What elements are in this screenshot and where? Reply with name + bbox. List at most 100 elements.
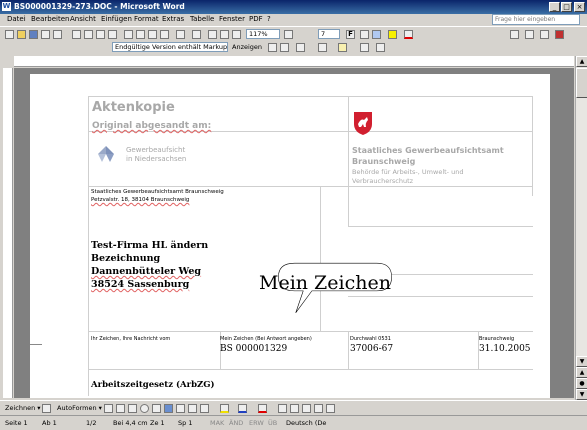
line-color-icon[interactable]: [238, 404, 247, 413]
clipart-icon[interactable]: [188, 404, 197, 413]
cut-icon[interactable]: [124, 30, 133, 39]
bold-icon[interactable]: F: [346, 30, 355, 39]
paste-icon[interactable]: [148, 30, 157, 39]
document-page[interactable]: Aktenkopie Original abgesandt am: Gewerb…: [30, 74, 550, 398]
sender-line2: Petzvalstr. 18, 38104 Braunschweig: [91, 197, 190, 203]
scroll-up-button[interactable]: ▲: [576, 56, 587, 67]
status-extend[interactable]: ERW: [249, 419, 264, 427]
undo-icon[interactable]: [176, 30, 185, 39]
address-line2: Bezeichnung: [91, 253, 161, 264]
columns-icon[interactable]: [220, 30, 229, 39]
status-language[interactable]: Deutsch (De: [286, 419, 326, 427]
print-icon[interactable]: [72, 30, 81, 39]
pen-tool-icon[interactable]: [525, 30, 534, 39]
arrow-style-icon[interactable]: [302, 404, 311, 413]
email-icon[interactable]: [53, 30, 62, 39]
highlight-icon[interactable]: [388, 30, 397, 39]
menu-einfuegen[interactable]: Einfügen: [101, 15, 132, 23]
menu-ansicht[interactable]: Ansicht: [70, 15, 96, 23]
office-sub-line2: Verbraucherschutz: [352, 177, 414, 185]
menu-fenster[interactable]: Fenster: [219, 15, 245, 23]
niedersachsen-crest-icon: [354, 112, 372, 135]
menu-datei[interactable]: Datei: [7, 15, 26, 23]
menu-extras[interactable]: Extras: [162, 15, 184, 23]
reject-change-icon[interactable]: [318, 43, 327, 52]
window-title: BS000001329-273.DOC - Microsoft Word: [14, 2, 185, 11]
browse-object-button[interactable]: ●: [576, 378, 587, 389]
3d-style-icon[interactable]: [326, 404, 335, 413]
logo-text-line1: Gewerbeaufsicht: [126, 146, 186, 154]
accept-change-icon[interactable]: [296, 43, 305, 52]
fill-color-icon[interactable]: [220, 404, 229, 413]
maximize-button[interactable]: □: [561, 2, 572, 12]
draw-menu-button[interactable]: Zeichnen ▾: [5, 404, 41, 412]
research-icon[interactable]: [108, 30, 117, 39]
paragraph-marks-icon[interactable]: [232, 30, 241, 39]
dash-style-icon[interactable]: [290, 404, 299, 413]
arrow-icon[interactable]: [116, 404, 125, 413]
font-color-icon[interactable]: [404, 30, 413, 39]
align-justify-icon[interactable]: [372, 30, 381, 39]
vertical-scrollbar[interactable]: ▲ ▼ ▲ ● ▼: [575, 56, 587, 400]
show-button[interactable]: Anzeigen: [232, 43, 262, 51]
display-for-review-combo[interactable]: Endgültige Version enthält Markups: [112, 42, 228, 52]
markup-tool-icon[interactable]: [540, 30, 549, 39]
textbox-icon[interactable]: [152, 404, 161, 413]
reviewing-pane-icon[interactable]: [376, 43, 385, 52]
line-style-icon[interactable]: [278, 404, 287, 413]
next-page-button[interactable]: ▼: [576, 389, 587, 400]
scroll-thumb[interactable]: [576, 68, 587, 98]
next-change-icon[interactable]: [280, 43, 289, 52]
table-icon[interactable]: [208, 30, 217, 39]
menu-tabelle[interactable]: Tabelle: [190, 15, 214, 23]
line-icon[interactable]: [104, 404, 113, 413]
acrobat-icon[interactable]: [555, 30, 564, 39]
select-objects-icon[interactable]: [42, 404, 51, 413]
header-title: Aktenkopie: [92, 100, 175, 115]
print-preview-icon[interactable]: [84, 30, 93, 39]
scroll-down-button[interactable]: ▼: [576, 356, 587, 367]
horizontal-ruler[interactable]: [14, 56, 574, 67]
word-app-icon[interactable]: W: [2, 2, 11, 11]
save-icon[interactable]: [29, 30, 38, 39]
status-overtype[interactable]: ÜB: [268, 419, 277, 427]
new-icon[interactable]: [5, 30, 14, 39]
status-track-changes[interactable]: ÄND: [229, 419, 243, 427]
previous-change-icon[interactable]: [268, 43, 277, 52]
extra-tool-icon[interactable]: [510, 30, 519, 39]
redo-icon[interactable]: [192, 30, 201, 39]
font-size-combo[interactable]: 7: [318, 29, 340, 39]
shadow-style-icon[interactable]: [314, 404, 323, 413]
rectangle-icon[interactable]: [128, 404, 137, 413]
help-search-input[interactable]: Frage hier eingeben: [492, 14, 580, 25]
diagram-icon[interactable]: [176, 404, 185, 413]
wordart-icon[interactable]: [164, 404, 173, 413]
oval-icon[interactable]: [140, 404, 149, 413]
picture-icon[interactable]: [200, 404, 209, 413]
autoshapes-menu-button[interactable]: AutoFormen ▾: [57, 404, 102, 412]
vertical-ruler[interactable]: [3, 68, 13, 398]
zoom-combo[interactable]: 117%: [246, 29, 280, 39]
read-mode-icon[interactable]: [284, 30, 293, 39]
spellcheck-icon[interactable]: [96, 30, 105, 39]
track-changes-icon[interactable]: [360, 43, 369, 52]
menu-pdf[interactable]: PDF: [249, 15, 263, 23]
open-icon[interactable]: [17, 30, 26, 39]
comment-icon[interactable]: [338, 43, 347, 52]
menu-help[interactable]: ?: [267, 15, 271, 23]
format-painter-icon[interactable]: [160, 30, 169, 39]
previous-page-button[interactable]: ▲: [576, 367, 587, 378]
close-button[interactable]: ×: [574, 2, 585, 12]
align-left-icon[interactable]: [360, 30, 369, 39]
status-column: Sp 1: [178, 419, 193, 427]
subject-line: Arbeitszeitgesetz (ArbZG): [91, 380, 215, 390]
font-color-draw-icon[interactable]: [258, 404, 267, 413]
permission-icon[interactable]: [41, 30, 50, 39]
copy-icon[interactable]: [136, 30, 145, 39]
minimize-button[interactable]: _: [549, 2, 560, 12]
status-macro-recorder[interactable]: MAK: [210, 419, 224, 427]
ref-header-my-sign: Mein Zeichen (Bei Antwort angeben): [220, 336, 312, 342]
menu-format[interactable]: Format: [134, 15, 159, 23]
logo-text-line2: in Niedersachsen: [126, 155, 187, 163]
menu-bearbeiten[interactable]: Bearbeiten: [31, 15, 69, 23]
